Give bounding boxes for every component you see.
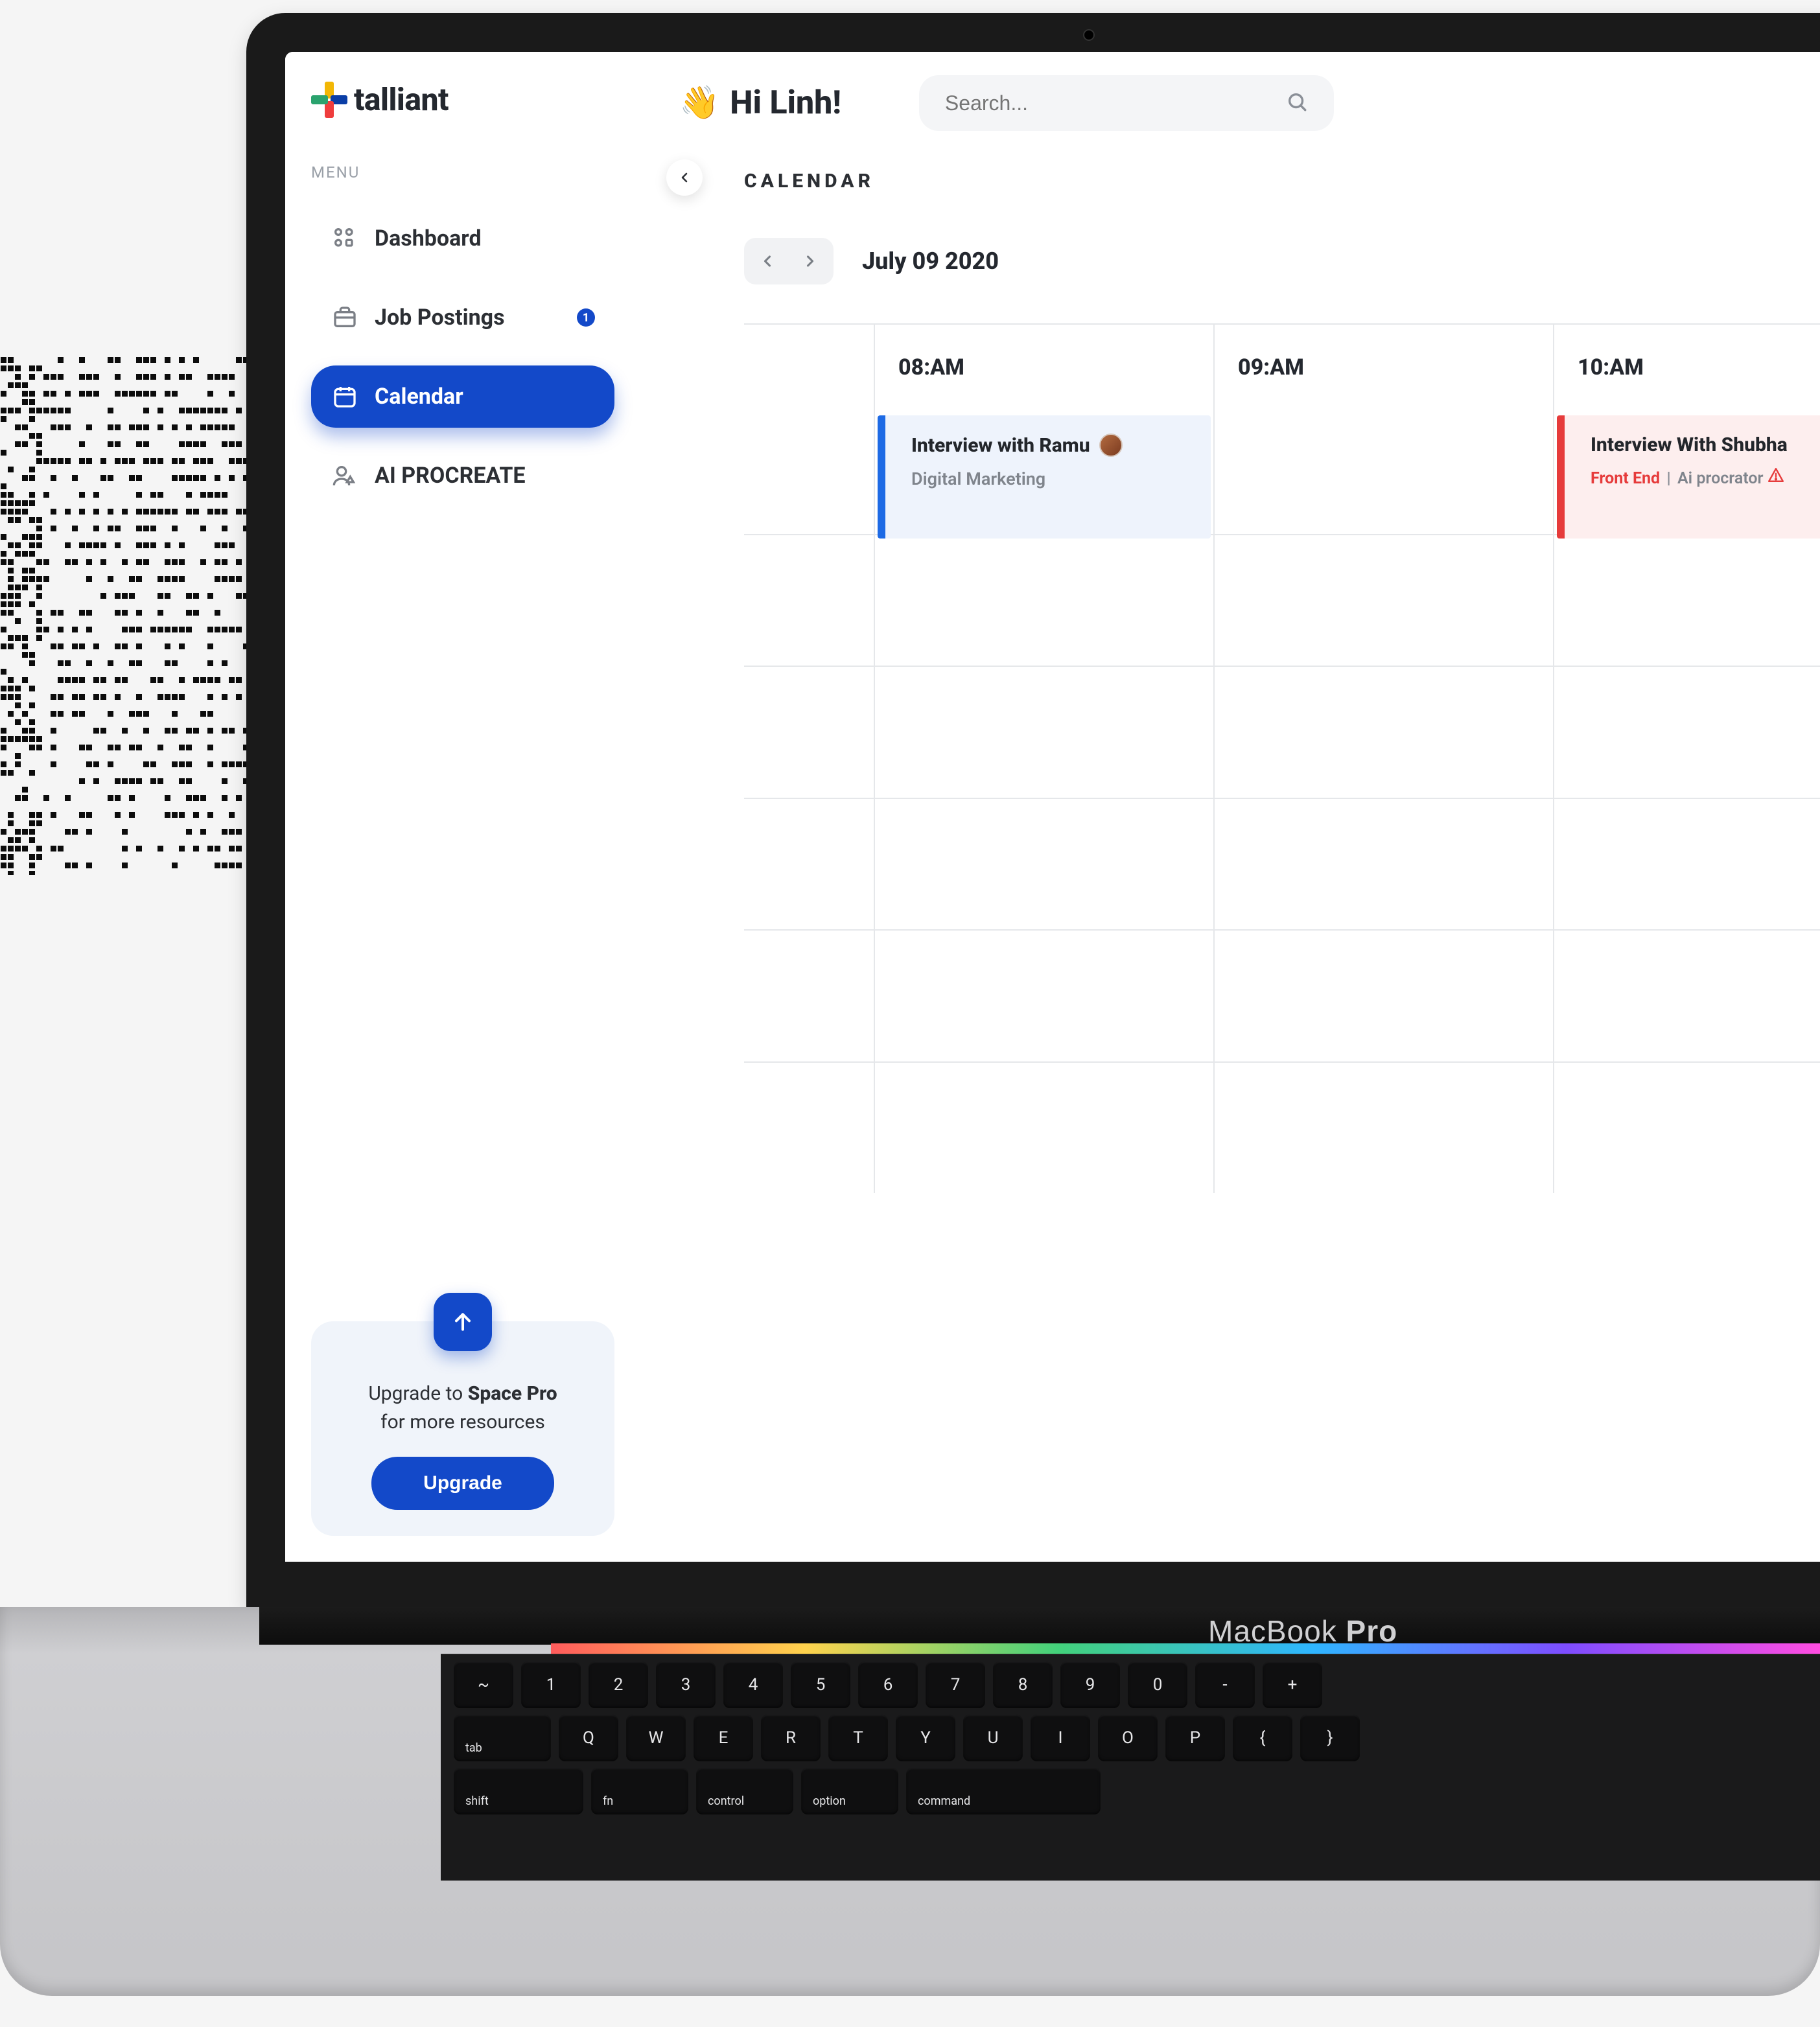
- prev-day-button[interactable]: [748, 242, 787, 281]
- calendar-icon: [332, 384, 358, 410]
- upgrade-text: Upgrade to Space Pro for more resources: [337, 1380, 589, 1436]
- calendar-grid: 08:AM 09:AM 10:AM: [744, 323, 1820, 1193]
- event-subtitle: Front End | Ai procrator: [1591, 467, 1820, 488]
- laptop-base: MacBook Pro ~1234567890-+ tabQWERTYUIOP{…: [0, 1607, 1820, 1996]
- sidebar: talliant MENU Dashboard: [285, 52, 640, 1562]
- calendar-body: Interview with Ramu Digital Marketing: [744, 415, 1820, 1193]
- greeting-text: Hi Linh!: [730, 84, 841, 122]
- grid-icon: [332, 226, 358, 251]
- chevron-left-icon: [758, 252, 776, 270]
- date-pager: [744, 238, 834, 284]
- briefcase-icon: [332, 305, 358, 330]
- wave-emoji-icon: 👋: [679, 84, 719, 122]
- screen: talliant MENU Dashboard: [285, 52, 1820, 1562]
- sidebar-item-job-postings[interactable]: Job Postings 1: [311, 286, 614, 349]
- logo-text: talliant: [354, 81, 449, 118]
- nav: Dashboard Job Postings 1: [311, 207, 614, 507]
- main: 👋 Hi Linh!: [640, 52, 1820, 1562]
- event-title: Interview with Ramu: [911, 434, 1090, 457]
- current-date: July 09 2020: [862, 248, 999, 275]
- hour-column-header: 08:AM: [874, 325, 1213, 415]
- sidebar-item-ai-procreate[interactable]: AI PROCREATE: [311, 445, 614, 507]
- avatar-icon: [1099, 434, 1123, 457]
- search-input[interactable]: [945, 91, 1235, 115]
- camera-dot: [1083, 29, 1095, 41]
- user-ai-icon: [332, 463, 358, 489]
- search-icon: [1286, 91, 1308, 115]
- menu-section-label: MENU: [311, 163, 614, 181]
- chevron-right-icon: [801, 252, 819, 270]
- topbar: 👋 Hi Linh!: [640, 75, 1820, 131]
- noise-decoration: [0, 356, 279, 875]
- sidebar-item-label: Dashboard: [375, 226, 482, 251]
- date-navigation: July 09 2020: [744, 238, 1820, 284]
- search-box[interactable]: [919, 75, 1334, 131]
- calendar-event[interactable]: Interview with Ramu Digital Marketing: [878, 415, 1211, 539]
- calendar-gutter: [744, 325, 874, 415]
- calendar-header: 08:AM 09:AM 10:AM: [744, 325, 1820, 415]
- sidebar-item-calendar[interactable]: Calendar: [311, 365, 614, 428]
- app-root: talliant MENU Dashboard: [285, 52, 1820, 1562]
- laptop-frame: talliant MENU Dashboard: [246, 13, 1820, 1607]
- hour-column-header: 09:AM: [1213, 325, 1553, 415]
- upload-icon: [434, 1293, 492, 1351]
- panel-title: CALENDAR: [744, 170, 1820, 192]
- device-label: MacBook Pro: [1208, 1614, 1397, 1649]
- chevron-left-icon: [677, 170, 692, 185]
- logo-mark-icon: [311, 82, 347, 118]
- greeting: 👋 Hi Linh!: [679, 84, 841, 122]
- event-title: Interview With Shubha: [1591, 434, 1788, 456]
- sidebar-item-label: AI PROCREATE: [375, 463, 526, 489]
- next-day-button[interactable]: [791, 242, 830, 281]
- upgrade-card: Upgrade to Space Pro for more resources …: [311, 1321, 614, 1536]
- upgrade-button[interactable]: Upgrade: [371, 1457, 554, 1510]
- calendar-column[interactable]: Interview With Shubha Front End | Ai pro…: [1553, 415, 1820, 1193]
- calendar-column[interactable]: [1213, 415, 1553, 1193]
- sidebar-item-label: Job Postings: [375, 305, 505, 330]
- event-subtitle: Digital Marketing: [911, 469, 1191, 489]
- calendar-column[interactable]: Interview with Ramu Digital Marketing: [874, 415, 1213, 1193]
- sidebar-badge: 1: [577, 308, 595, 327]
- sidebar-item-label: Calendar: [375, 384, 463, 410]
- calendar-event[interactable]: Interview With Shubha Front End | Ai pro…: [1557, 415, 1820, 539]
- calendar-gutter: [744, 415, 874, 1193]
- sidebar-item-dashboard[interactable]: Dashboard: [311, 207, 614, 270]
- collapse-sidebar-button[interactable]: [666, 159, 703, 196]
- keyboard: ~1234567890-+ tabQWERTYUIOP{} shiftfncon…: [441, 1654, 1820, 1881]
- hour-column-header: 10:AM: [1553, 325, 1820, 415]
- calendar-panel: CALENDAR July 09 2020: [640, 170, 1820, 1193]
- logo[interactable]: talliant: [311, 81, 614, 118]
- warning-icon: [1768, 469, 1784, 488]
